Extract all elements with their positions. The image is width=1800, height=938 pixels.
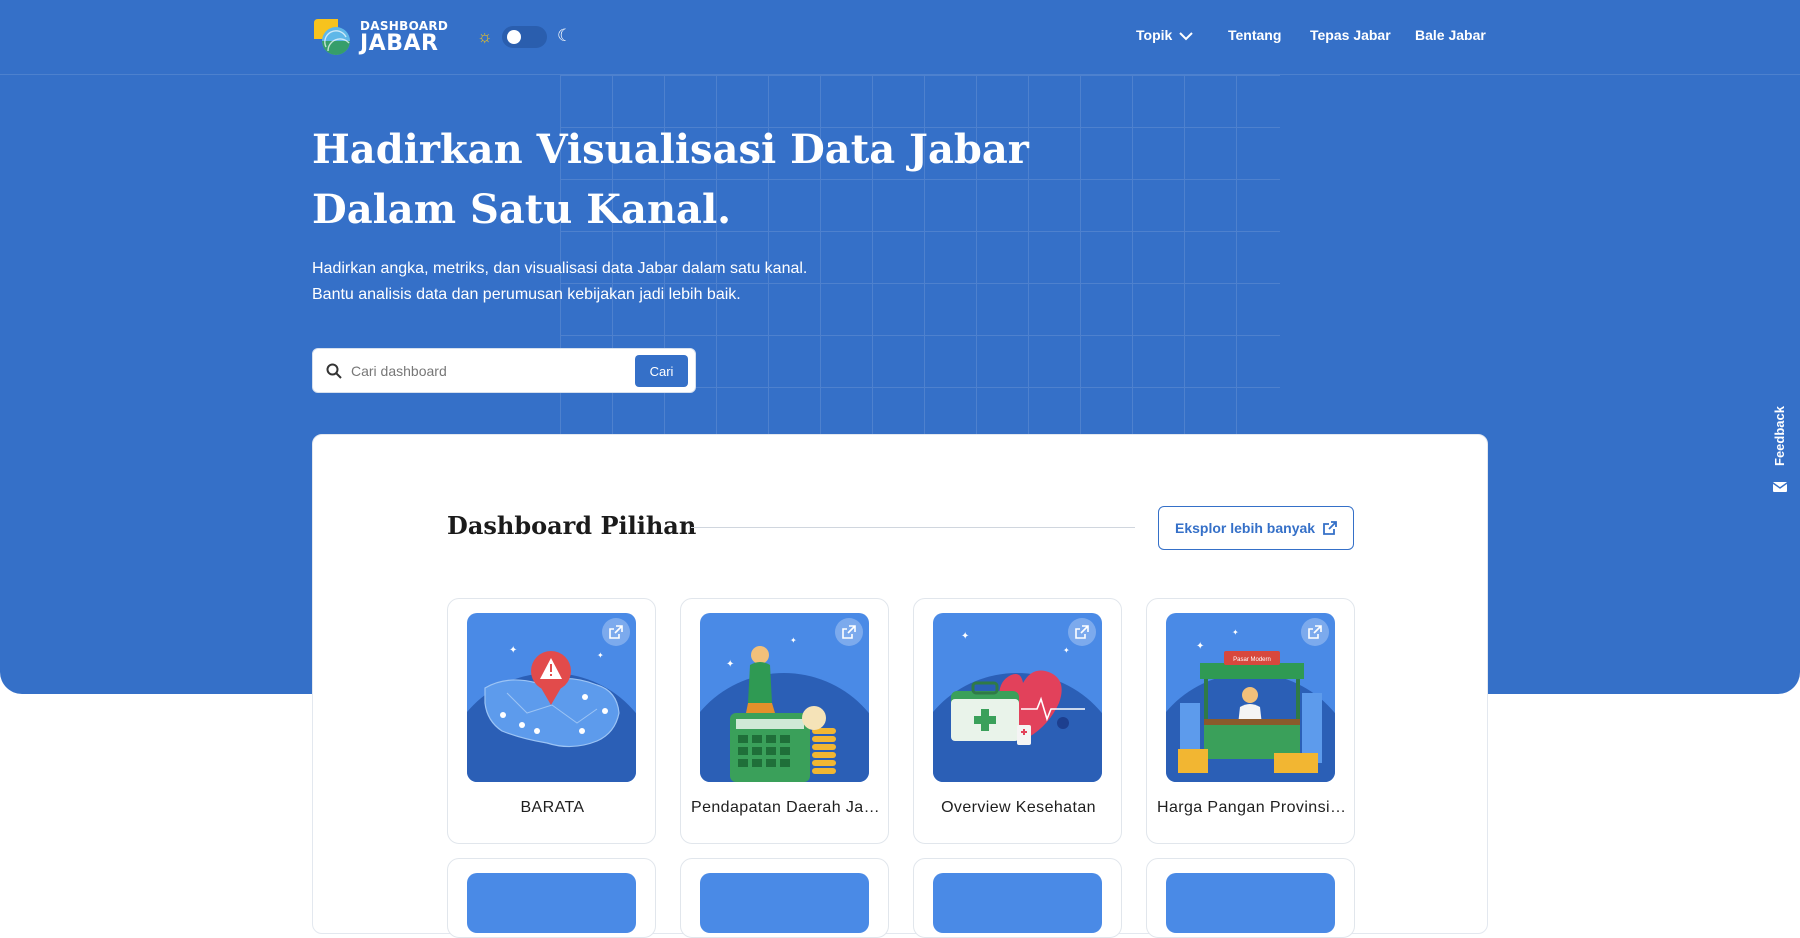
nav-bale-jabar[interactable]: Bale Jabar: [1415, 27, 1486, 43]
tile-thumbnail: [1166, 873, 1335, 933]
dashboard-tile-pendapatan[interactable]: ✦ ✦ Pendapatan Daerah Jawa Barat: [680, 598, 889, 844]
top-navigation: DASHBOARD JABAR ☼ ☾ Topik Tentang Tepas …: [0, 0, 1800, 75]
tile-thumbnail: [933, 873, 1102, 933]
explore-more-label: Eksplor lebih banyak: [1175, 520, 1316, 536]
tile-external-link-icon[interactable]: [1068, 618, 1096, 646]
feedback-label: Feedback: [1772, 406, 1787, 466]
chevron-down-icon[interactable]: [1177, 29, 1195, 43]
explore-more-button[interactable]: Eksplor lebih banyak: [1158, 506, 1354, 550]
tile-label: BARATA: [520, 799, 585, 816]
dashboard-tile-harga-pangan[interactable]: Pasar Modern ✦ ✦ Harga Pangan Provinsi J…: [1146, 598, 1355, 844]
theme-switcher: ☼ ☾: [477, 24, 577, 50]
tile-thumbnail: [700, 873, 869, 933]
tile-external-link-icon[interactable]: [1301, 618, 1329, 646]
dashboard-tile-kesehatan[interactable]: ✦ ✦ Overview Kesehatan: [913, 598, 1122, 844]
nav-topik[interactable]: Topik: [1136, 27, 1172, 43]
toggle-knob: [507, 30, 521, 44]
site-logo[interactable]: DASHBOARD JABAR: [312, 17, 452, 57]
svg-text:✦: ✦: [1196, 641, 1204, 652]
tile-label: Harga Pangan Provinsi Jawa Barat: [1157, 799, 1346, 816]
dashboard-tile[interactable]: [1146, 858, 1355, 938]
search-icon: [326, 363, 342, 379]
mail-icon: [1772, 482, 1788, 492]
tile-external-link-icon[interactable]: [602, 618, 630, 646]
logo-text-big: JABAR: [360, 31, 439, 56]
svg-text:✦: ✦: [961, 631, 969, 642]
hero-title-line-1: Hadirkan Visualisasi Data Jabar: [312, 126, 1029, 173]
feedback-tab[interactable]: Feedback: [1762, 400, 1800, 500]
search-input[interactable]: [351, 359, 621, 383]
logo-mark-icon: [314, 19, 350, 55]
search-button[interactable]: Cari: [635, 355, 688, 387]
dashboard-tile[interactable]: [447, 858, 656, 938]
tile-label: Overview Kesehatan: [941, 799, 1096, 816]
moon-icon: ☾: [557, 26, 573, 45]
theme-toggle[interactable]: [502, 26, 547, 48]
svg-text:✦: ✦: [1063, 646, 1070, 655]
hero-title-line-2: Dalam Satu Kanal.: [312, 186, 732, 233]
featured-dashboards-card: Dashboard Pilihan Eksplor lebih banyak ✦…: [312, 434, 1488, 938]
search-box: Cari: [312, 348, 696, 393]
svg-text:✦: ✦: [790, 636, 797, 645]
svg-text:Pasar Modern: Pasar Modern: [1233, 657, 1271, 663]
tile-thumbnail: [467, 873, 636, 933]
dashboard-tile[interactable]: [680, 858, 889, 938]
tile-label: Pendapatan Daerah Jawa Barat: [691, 799, 880, 816]
section-divider: [691, 527, 1135, 528]
svg-text:✦: ✦: [509, 645, 517, 656]
svg-text:✦: ✦: [726, 659, 734, 670]
svg-text:✦: ✦: [597, 651, 604, 660]
nav-tepas-jabar[interactable]: Tepas Jabar: [1310, 27, 1391, 43]
section-title: Dashboard Pilihan: [447, 511, 697, 540]
nav-tentang[interactable]: Tentang: [1228, 27, 1281, 43]
svg-text:✦: ✦: [1232, 628, 1239, 637]
dashboard-tile-barata[interactable]: ✦ ✦ BARATA: [447, 598, 656, 844]
tile-external-link-icon[interactable]: [835, 618, 863, 646]
dashboard-tile[interactable]: [913, 858, 1122, 938]
hero-subtitle-line-2: Bantu analisis data dan perumusan kebija…: [312, 286, 741, 303]
external-link-icon: [1323, 521, 1337, 535]
hero-subtitle-line-1: Hadirkan angka, metriks, dan visualisasi…: [312, 260, 808, 277]
sun-icon: ☼: [477, 27, 493, 46]
